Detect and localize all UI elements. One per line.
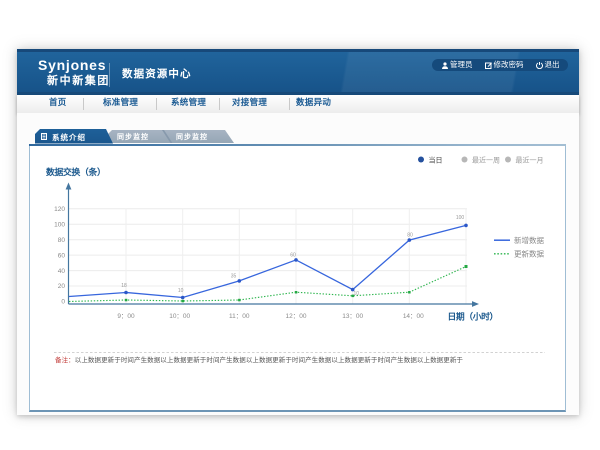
svg-text:更新数据: 更新数据 <box>514 248 544 258</box>
svg-text:数据交换（条）: 数据交换（条） <box>45 166 105 177</box>
svg-text:60: 60 <box>57 252 65 259</box>
svg-text:备注：以上数据更新于时间产生数据以上数据更新于时间产生数据以: 备注：以上数据更新于时间产生数据以上数据更新于时间产生数据以上数据更新于时间产生… <box>55 355 463 364</box>
svg-text:新增数据: 新增数据 <box>514 235 544 245</box>
svg-text:13：00: 13：00 <box>342 313 363 320</box>
svg-text:当日: 当日 <box>428 155 442 164</box>
svg-text:0: 0 <box>61 298 65 305</box>
svg-text:80: 80 <box>57 236 65 243</box>
svg-text:60: 60 <box>290 252 296 258</box>
svg-text:100: 100 <box>455 215 464 221</box>
svg-text:12：00: 12：00 <box>285 313 306 320</box>
svg-text:18: 18 <box>121 283 127 289</box>
svg-text:100: 100 <box>54 221 65 228</box>
svg-text:11：00: 11：00 <box>229 313 250 320</box>
svg-text:10: 10 <box>353 290 359 296</box>
svg-text:80: 80 <box>407 232 413 238</box>
svg-text:20: 20 <box>57 283 65 290</box>
svg-text:最近一周: 最近一周 <box>472 155 500 164</box>
svg-text:最近一月: 最近一月 <box>515 155 543 164</box>
svg-text:40: 40 <box>57 267 65 274</box>
svg-text:日期（小时）: 日期（小时） <box>447 310 497 321</box>
svg-text:35: 35 <box>230 273 236 279</box>
svg-text:120: 120 <box>54 206 65 213</box>
svg-text:10: 10 <box>177 288 183 294</box>
svg-text:14：00: 14：00 <box>402 313 423 320</box>
svg-text:10：00: 10：00 <box>169 313 190 320</box>
svg-text:9：00: 9：00 <box>117 313 135 320</box>
